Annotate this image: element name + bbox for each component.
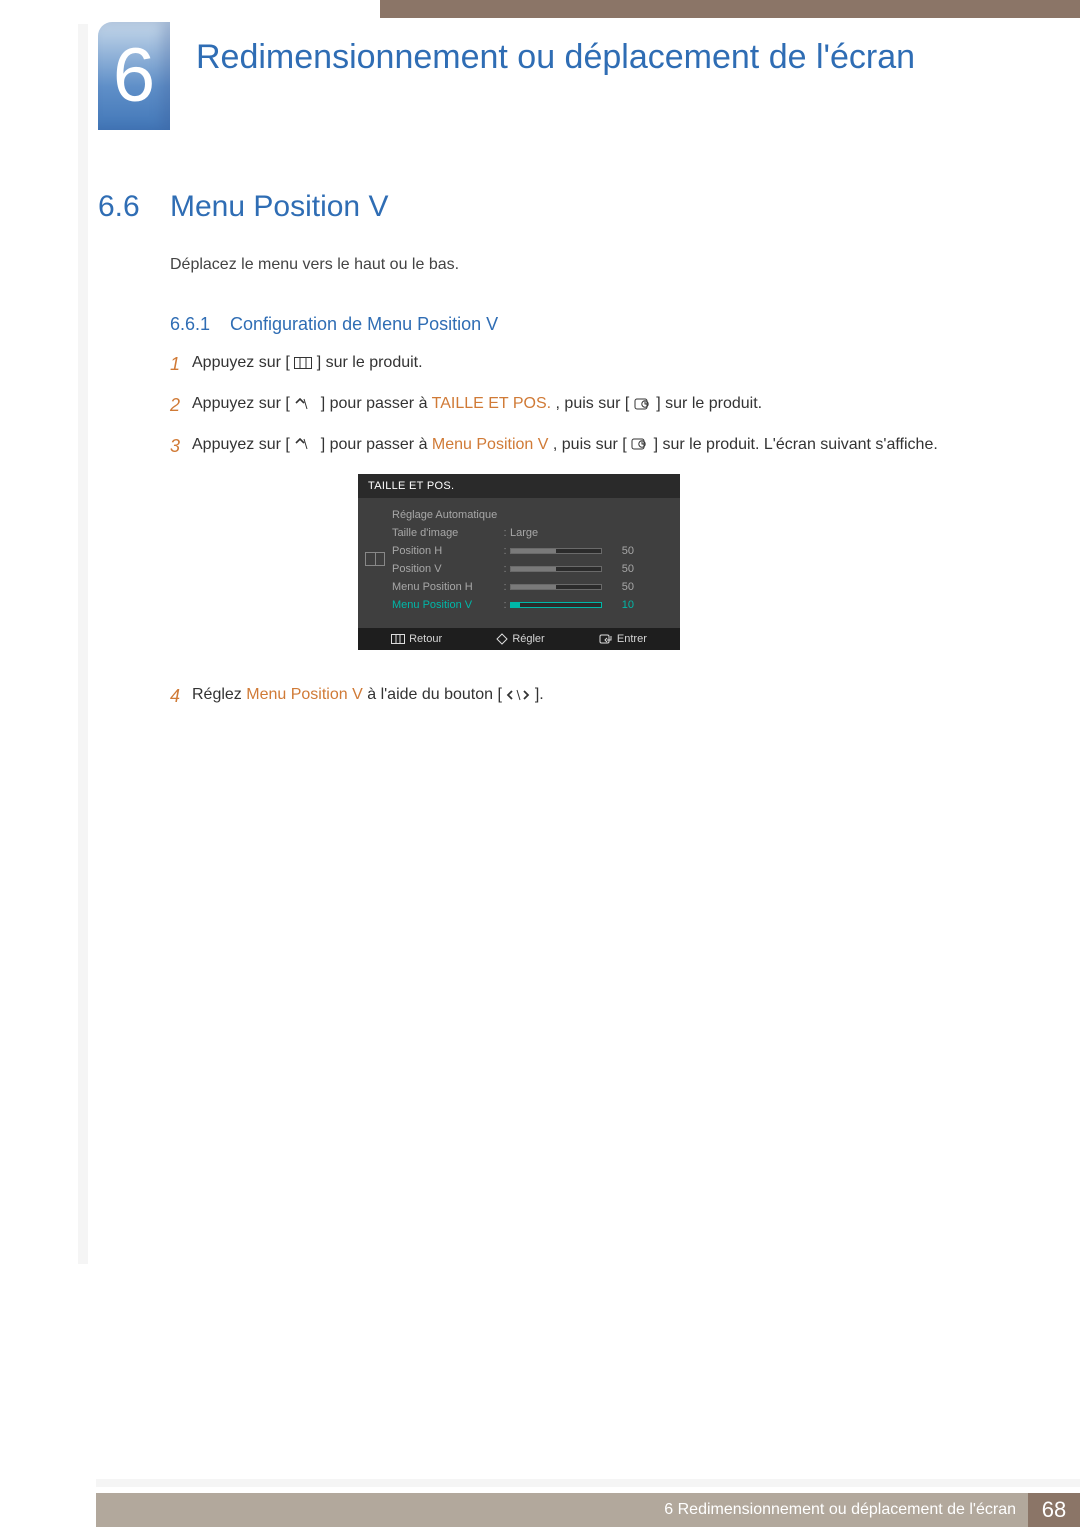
step-number: 1 (170, 350, 192, 379)
link-taille-et-pos: TAILLE ET POS. (432, 395, 551, 412)
subsection-number: 6.6.1 (170, 314, 210, 335)
osd-value: 50 (610, 581, 634, 593)
osd-bar-wrap: 10 (510, 599, 670, 611)
colon: : (500, 599, 510, 611)
osd-footer: Retour Régler Entrer (358, 628, 680, 650)
text: , puis sur [ (553, 436, 627, 453)
text: Appuyez sur [ (192, 395, 290, 412)
osd-row-position-v: Position V : 50 (392, 560, 670, 578)
menu-icon (294, 357, 312, 369)
enter-icon (599, 633, 613, 645)
text: ] sur le produit. L'écran suivant s'affi… (654, 436, 938, 453)
osd-value: 50 (610, 563, 634, 575)
osd-label: Position V (392, 563, 500, 575)
text: Retour (409, 633, 442, 645)
up-down-icon (294, 438, 316, 450)
top-accent-band (380, 0, 1080, 18)
prefooter-stripe (96, 1479, 1080, 1487)
step-4: 4 Réglez Menu Position V à l'aide du bou… (170, 682, 950, 711)
step-number: 2 (170, 391, 192, 420)
left-right-icon (506, 689, 530, 701)
osd-list: Réglage Automatique Taille d'image : Lar… (392, 498, 680, 628)
section-title: Menu Position V (170, 190, 388, 224)
osd-value: Large (510, 527, 570, 539)
osd-title: TAILLE ET POS. (358, 474, 680, 498)
osd-row-position-h: Position H : 50 (392, 542, 670, 560)
step-3: 3 Appuyez sur [ ] pour passer à Menu Pos… (170, 432, 950, 461)
osd-footer-back: Retour (391, 633, 442, 645)
osd-label: Réglage Automatique (392, 509, 500, 521)
link-menu-position-v: Menu Position V (432, 436, 549, 453)
osd-category-iconcol (358, 498, 392, 628)
size-pos-icon (365, 552, 385, 566)
osd-bar-wrap: 50 (510, 581, 670, 593)
footer: 6 Redimensionnement ou déplacement de l'… (96, 1493, 1080, 1527)
colon: : (500, 581, 510, 593)
page-number: 68 (1028, 1493, 1080, 1527)
text: ] pour passer à (321, 395, 432, 412)
footer-text: 6 Redimensionnement ou déplacement de l'… (664, 1501, 1028, 1519)
link-menu-position-v: Menu Position V (246, 686, 363, 703)
colon: : (500, 527, 510, 539)
osd-slider-active (510, 602, 602, 608)
osd-row-auto: Réglage Automatique (392, 506, 670, 524)
osd-value: 50 (610, 545, 634, 557)
step-text: Appuyez sur [ ] sur le produit. (192, 350, 950, 379)
text: à l'aide du bouton [ (367, 686, 502, 703)
section-number: 6.6 (98, 190, 140, 224)
subsection-title: Configuration de Menu Position V (230, 314, 498, 335)
osd-body: Réglage Automatique Taille d'image : Lar… (358, 498, 680, 628)
colon: : (500, 545, 510, 557)
diamond-icon (496, 633, 508, 645)
up-down-icon (294, 398, 316, 410)
step-number: 3 (170, 432, 192, 461)
text: Appuyez sur [ (192, 354, 290, 371)
osd-bar-wrap: 50 (510, 563, 670, 575)
text: Entrer (617, 633, 647, 645)
osd-bar-wrap: 50 (510, 545, 670, 557)
step-text: Appuyez sur [ ] pour passer à Menu Posit… (192, 432, 950, 461)
step-text: Appuyez sur [ ] pour passer à TAILLE ET … (192, 391, 950, 420)
text: Régler (512, 633, 544, 645)
text: Appuyez sur [ (192, 436, 290, 453)
enter-icon (631, 437, 649, 451)
text: ]. (535, 686, 544, 703)
text: ] sur le produit. (656, 395, 762, 412)
step-2: 2 Appuyez sur [ ] pour passer à TAILLE E… (170, 391, 950, 420)
enter-icon (634, 397, 652, 411)
text: ] sur le produit. (317, 354, 423, 371)
menu-icon (391, 634, 405, 644)
step-1: 1 Appuyez sur [ ] sur le produit. (170, 350, 950, 379)
chapter-title: Redimensionnement ou déplacement de l'éc… (196, 36, 936, 79)
osd-label: Taille d'image (392, 527, 500, 539)
page: 6 Redimensionnement ou déplacement de l'… (0, 0, 1080, 1527)
text: ] pour passer à (321, 436, 432, 453)
osd-footer-enter: Entrer (599, 633, 647, 645)
colon: : (500, 563, 510, 575)
osd-panel: TAILLE ET POS. Réglage Automatique Taill… (358, 474, 680, 650)
step-number: 4 (170, 682, 192, 711)
text: , puis sur [ (556, 395, 630, 412)
section-intro: Déplacez le menu vers le haut ou le bas. (170, 256, 459, 274)
osd-slider (510, 548, 602, 554)
text: Réglez (192, 686, 246, 703)
osd-row-image-size: Taille d'image : Large (392, 524, 670, 542)
chapter-badge: 6 (98, 22, 170, 130)
chapter-number: 6 (113, 38, 155, 114)
osd-row-menu-position-h: Menu Position H : 50 (392, 578, 670, 596)
osd-label: Menu Position H (392, 581, 500, 593)
osd-row-menu-position-v: Menu Position V : 10 (392, 596, 670, 614)
osd-slider (510, 566, 602, 572)
osd-label: Position H (392, 545, 500, 557)
osd-slider (510, 584, 602, 590)
osd-value-active: 10 (610, 599, 634, 611)
osd-label-active: Menu Position V (392, 599, 500, 611)
osd-footer-adjust: Régler (496, 633, 544, 645)
step-text: Réglez Menu Position V à l'aide du bouto… (192, 682, 950, 711)
left-accent-stripe (78, 24, 88, 1264)
